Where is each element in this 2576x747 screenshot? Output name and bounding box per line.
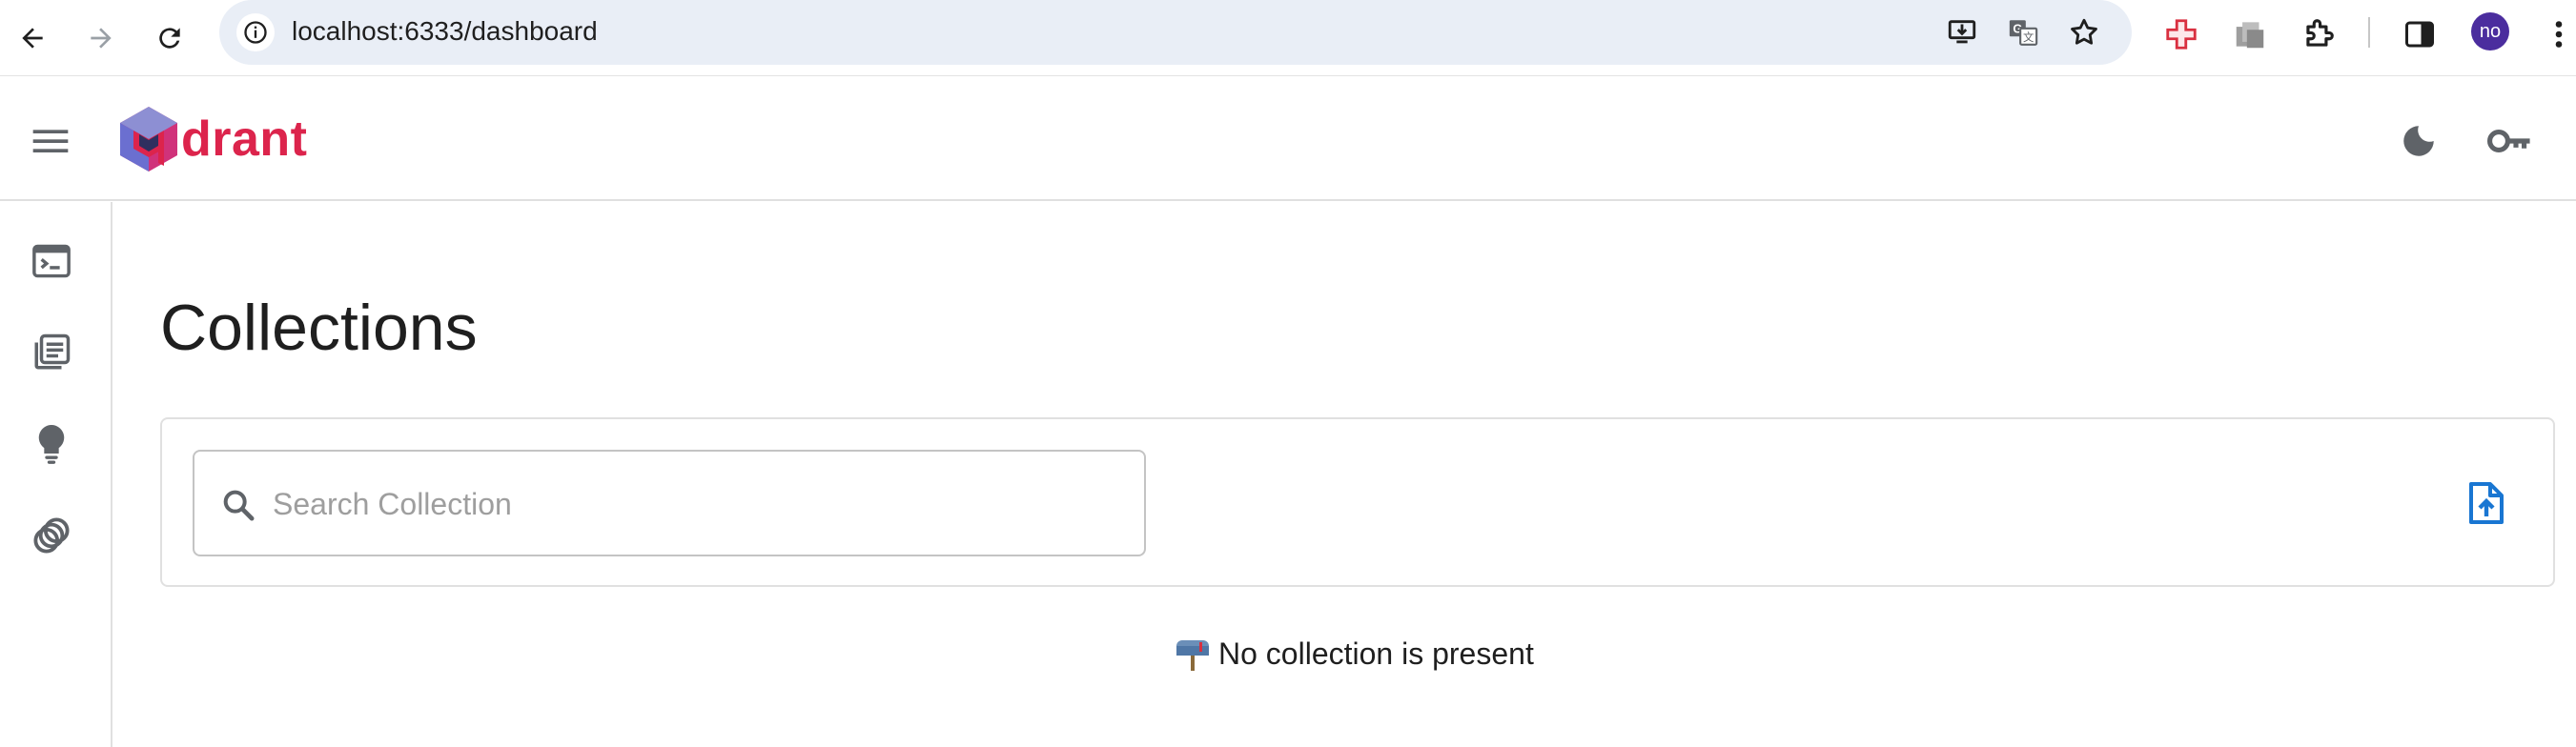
key-icon [2487,130,2530,152]
install-app-icon[interactable] [1941,11,1983,53]
api-key-button[interactable] [2481,111,2540,171]
upload-file-icon [2469,482,2504,524]
address-bar[interactable]: localhost:6333/dashboard G文 [219,0,2132,65]
search-card [160,417,2555,587]
forward-button[interactable] [76,13,126,63]
theme-toggle-button[interactable] [2389,111,2448,171]
logo-icon [120,107,177,172]
moon-icon [2403,126,2434,156]
reload-button[interactable] [145,13,194,63]
menu-button[interactable] [25,115,76,167]
lightbulb-icon [38,425,65,464]
page-title: Collections [160,292,478,364]
site-info-icon[interactable] [236,13,275,51]
sidebar-item-collections[interactable] [25,326,78,379]
arrow-right-icon [91,28,112,49]
upload-snapshot-button[interactable] [2458,474,2515,532]
browser-menu-icon[interactable] [2536,11,2576,57]
sidebar-item-datasets[interactable] [25,509,78,562]
mailbox-icon [1176,639,1209,671]
toolbar-separator [2368,17,2370,48]
url-text[interactable]: localhost:6333/dashboard [292,16,598,47]
translate-icon[interactable]: G文 [2002,11,2044,53]
profile-avatar[interactable]: no [2471,12,2509,50]
extension-red-cross-icon[interactable] [2158,11,2204,57]
search-input[interactable] [273,478,1112,530]
extension-tabs-icon[interactable] [2227,11,2273,57]
empty-state: No collection is present [1175,636,1534,672]
extensions-puzzle-icon[interactable] [2296,11,2341,57]
back-button[interactable] [8,13,57,63]
search-field[interactable] [193,450,1146,556]
terminal-icon [32,244,71,278]
datasets-icon [33,517,70,554]
hamburger-icon [32,130,69,152]
app-header: drant [0,77,2576,201]
empty-message: No collection is present [1218,636,1534,671]
browser-toolbar: localhost:6333/dashboard G文 no [0,0,2576,76]
svg-text:文: 文 [2023,30,2034,44]
qdrant-logo[interactable]: drant [118,104,308,174]
search-icon [223,490,255,521]
bookmark-star-icon[interactable] [2063,11,2105,53]
arrow-left-icon [22,28,43,49]
brand-name: drant [181,111,308,167]
side-panel-icon[interactable] [2397,11,2443,57]
sidebar-item-console[interactable] [25,234,78,288]
sidebar-item-tutorial[interactable] [25,417,78,471]
reload-icon [159,28,180,49]
sidebar [0,202,112,747]
collections-icon [34,333,71,370]
